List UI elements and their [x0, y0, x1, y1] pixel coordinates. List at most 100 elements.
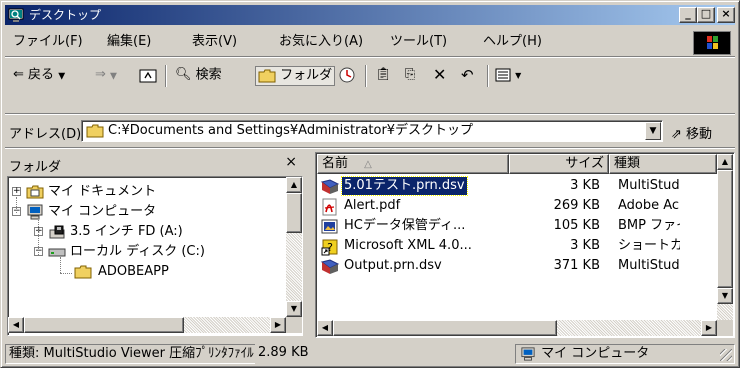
expand-icon[interactable]: + — [12, 187, 21, 196]
status-size: 2.89 KB — [255, 344, 515, 364]
tree-item-label: マイ ドキュメント — [48, 184, 157, 199]
scroll-up-button[interactable]: ▲ — [717, 154, 733, 170]
views-button[interactable]: ▼ — [495, 66, 521, 85]
title-bar[interactable]: デスクトップ _ □ × — [5, 5, 735, 25]
scroll-down-button[interactable]: ▼ — [717, 288, 733, 304]
file-row[interactable]: Alert.pdf 269 KB Adobe Acrobat — [320, 197, 716, 217]
sort-ascending-icon: △ — [364, 159, 372, 170]
search-button[interactable]: 🔍︎ 検索 — [175, 66, 222, 85]
column-header-size[interactable]: サイズ — [509, 154, 609, 174]
back-button[interactable]: ⇐ 戻る ▼ — [13, 66, 65, 86]
folder-vertical-scrollbar[interactable]: ▲ ▼ — [286, 177, 302, 317]
folder-pane: フォルダ × + マイ ドキュメント − マイ コンピュータ + 3.5 インチ… — [5, 152, 305, 338]
tree-item-my-documents[interactable]: + マイ ドキュメント — [12, 183, 282, 203]
file-row[interactable]: Output.prn.dsv 371 KB MultiStudio — [320, 257, 716, 277]
menu-edit[interactable]: 編集(E) — [107, 34, 151, 50]
menu-help[interactable]: ヘルプ(H) — [483, 34, 542, 50]
tree-item-my-computer[interactable]: − マイ コンピュータ — [12, 203, 282, 223]
toolbar-separator-line — [5, 113, 735, 115]
folder-horizontal-scrollbar[interactable]: ◀ ▶ — [8, 317, 286, 333]
scroll-up-button[interactable]: ▲ — [286, 177, 302, 193]
views-icon — [495, 68, 511, 81]
file-row[interactable]: 5.01テスト.prn.dsv 3 KB MultiStudio — [320, 176, 716, 197]
file-name: Microsoft XML 4.0... — [344, 238, 472, 253]
column-size-label: サイズ — [565, 156, 604, 171]
addressbar-separator — [5, 147, 735, 149]
address-input[interactable]: C:¥Documents and Settings¥Administrator¥… — [81, 120, 663, 142]
file-size: 3 KB — [570, 178, 600, 193]
status-zone-text: マイ コンピュータ — [541, 346, 650, 361]
status-zone: マイ コンピュータ — [515, 344, 735, 364]
maximize-button[interactable]: □ — [697, 7, 715, 23]
standard-toolbar: ⇐ 戻る ▼ ⇒ ▼ 🔍︎ 検索 フォルダ 📋︎ ⎘ ✕ ↶ ▼ — [5, 61, 735, 91]
file-size: 269 KB — [553, 198, 600, 213]
file-vertical-scrollbar[interactable]: ▲ ▼ — [717, 154, 733, 320]
scroll-down-button[interactable]: ▼ — [286, 301, 302, 317]
my-computer-icon — [521, 346, 535, 361]
toolbar-separator — [165, 65, 167, 87]
menu-tools[interactable]: ツール(T) — [390, 34, 447, 50]
menu-favorites[interactable]: お気に入り(A) — [279, 34, 363, 50]
menu-view[interactable]: 表示(V) — [192, 34, 237, 50]
scroll-right-button[interactable]: ▶ — [701, 320, 717, 336]
column-header-name[interactable]: 名前 △ — [317, 154, 509, 174]
scroll-thumb[interactable] — [717, 170, 733, 288]
forward-button[interactable]: ⇒ ▼ — [95, 66, 117, 86]
forward-dropdown-icon: ▼ — [110, 71, 117, 82]
hard-disk-icon — [48, 248, 66, 257]
desktop-icon — [8, 8, 24, 22]
scroll-thumb[interactable] — [286, 193, 302, 233]
tree-item-local-disk[interactable]: − ローカル ディスク (C:) — [34, 243, 284, 263]
pdf-file-icon — [322, 198, 337, 216]
file-name: Alert.pdf — [344, 198, 401, 213]
file-type: ショートカット — [618, 238, 680, 253]
move-to-icon: 📋︎ — [375, 67, 392, 82]
toolbar-separator — [365, 65, 367, 87]
resize-grip[interactable] — [720, 349, 732, 361]
tree-item-adobeapp[interactable]: ADOBEAPP — [74, 263, 274, 283]
close-button[interactable]: × — [717, 7, 735, 23]
column-header-type[interactable]: 種類 — [609, 154, 717, 174]
tree-item-floppy-drive[interactable]: + 3.5 インチ FD (A:) — [34, 223, 284, 243]
scroll-right-button[interactable]: ▶ — [270, 317, 286, 333]
column-type-label: 種類 — [614, 156, 641, 171]
scroll-thumb[interactable] — [333, 320, 557, 336]
scroll-thumb[interactable] — [24, 317, 184, 333]
menu-file[interactable]: ファイル(F) — [13, 34, 83, 50]
file-row[interactable]: HCデータ保管ディ... 105 KB BMP ファイル — [320, 217, 716, 237]
delete-button[interactable]: ✕ — [433, 66, 446, 84]
copy-to-icon: ⎘ — [405, 67, 416, 82]
window-title: デスクトップ — [29, 8, 102, 22]
search-icon: 🔍︎ — [175, 67, 192, 82]
search-label: 検索 — [195, 67, 222, 83]
my-computer-icon — [27, 204, 43, 220]
file-horizontal-scrollbar[interactable]: ◀ ▶ — [317, 320, 717, 336]
go-arrow-icon: ⇗ — [671, 127, 682, 142]
folders-label: フォルダ — [280, 68, 333, 83]
windows-flag-icon — [707, 36, 718, 49]
move-to-button[interactable]: 📋︎ — [375, 66, 392, 84]
multistudio-file-icon — [320, 259, 340, 274]
forward-arrow-icon: ⇒ — [95, 67, 106, 82]
undo-button[interactable]: ↶ — [461, 66, 474, 84]
scroll-left-button[interactable]: ◀ — [317, 320, 333, 336]
copy-to-button[interactable]: ⎘ — [405, 66, 415, 84]
multistudio-file-icon — [320, 179, 340, 194]
folders-button[interactable]: フォルダ — [255, 66, 336, 86]
menu-separator — [5, 56, 735, 58]
folders-icon — [258, 69, 276, 82]
scroll-left-button[interactable]: ◀ — [8, 317, 24, 333]
up-folder-button[interactable] — [139, 66, 157, 84]
folder-pane-close-button[interactable]: × — [285, 154, 297, 170]
minimize-button[interactable]: _ — [679, 7, 697, 23]
file-row[interactable]: ? Microsoft XML 4.0... 3 KB ショートカット — [320, 237, 716, 257]
history-button[interactable] — [338, 66, 356, 85]
address-bar: アドレス(D) C:¥Documents and Settings¥Admini… — [5, 117, 735, 145]
go-button[interactable]: ⇗ 移動 — [671, 123, 712, 142]
address-dropdown-button[interactable]: ▼ — [645, 122, 661, 140]
explorer-window: デスクトップ _ □ × ファイル(F) 編集(E) 表示(V) お気に入り(A… — [0, 0, 740, 368]
delete-icon: ✕ — [433, 65, 447, 84]
file-size: 3 KB — [570, 238, 600, 253]
file-type: Adobe Acrobat — [618, 198, 680, 213]
pane-splitter[interactable] — [307, 152, 313, 338]
